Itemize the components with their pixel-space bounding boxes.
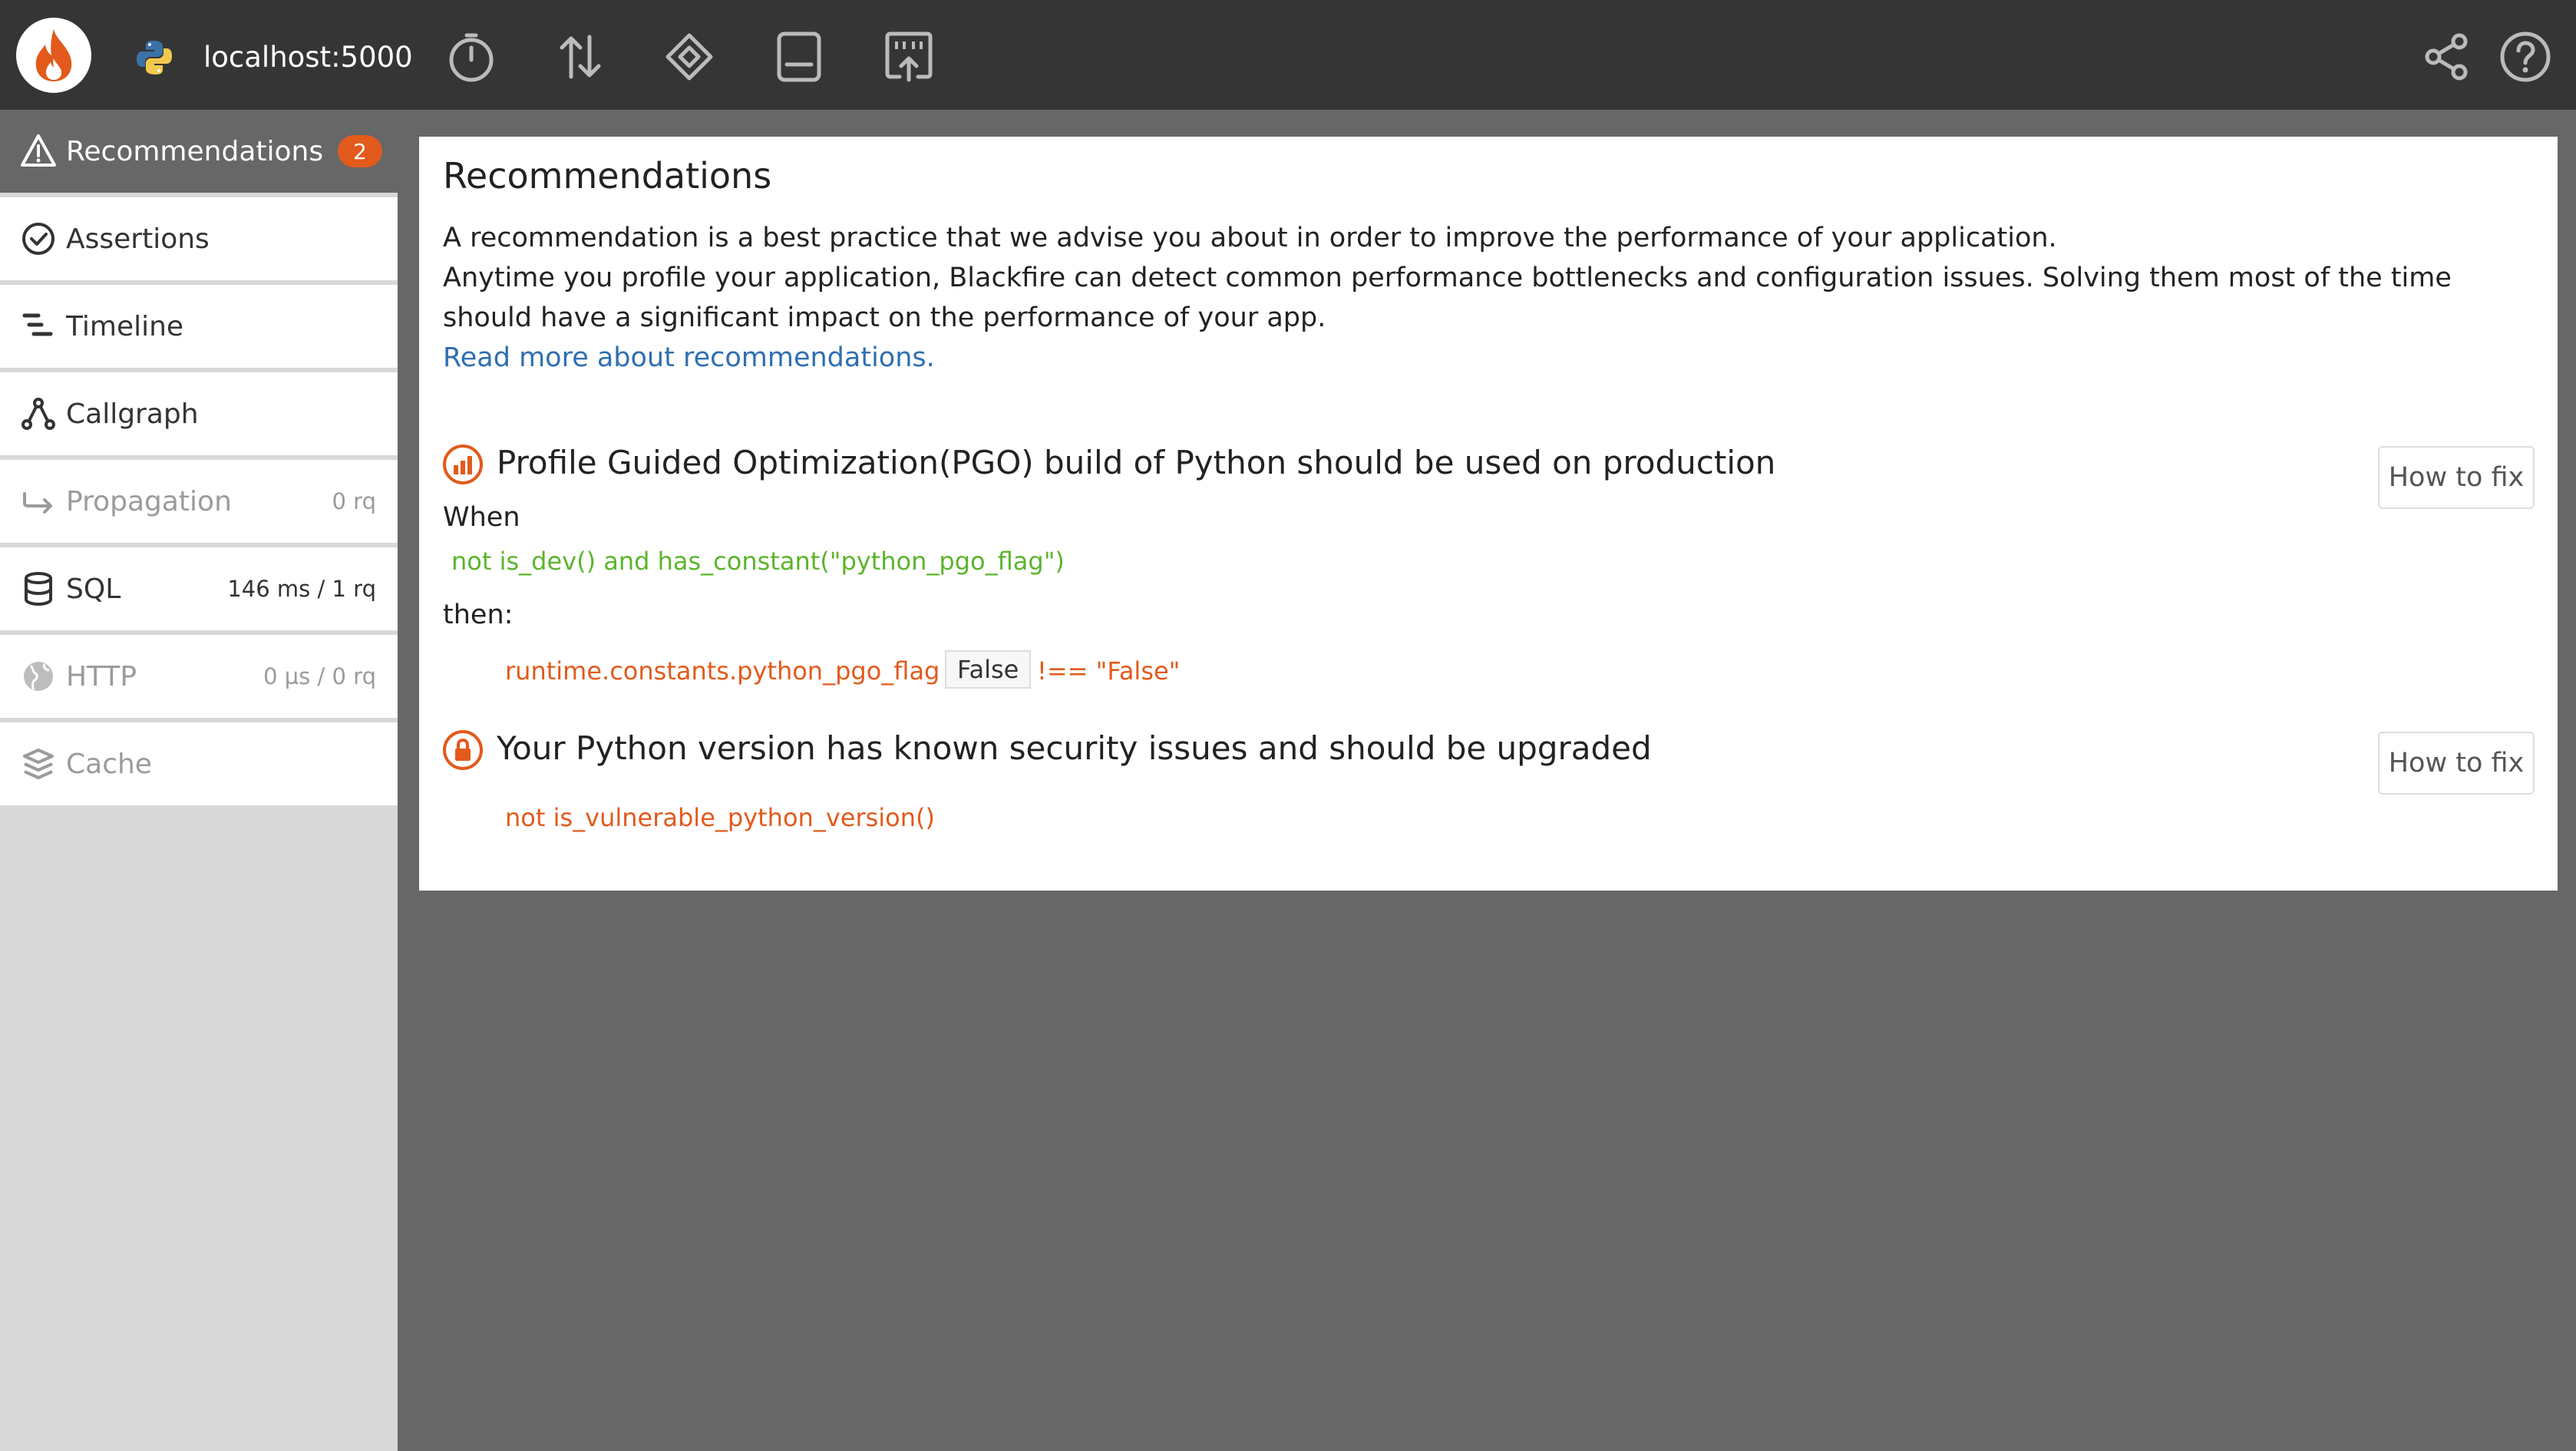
http-stats: 0 µs / 0 rq <box>263 663 376 689</box>
transfer-icon[interactable] <box>553 29 608 84</box>
timeline-icon <box>22 313 53 336</box>
cpu-icon[interactable] <box>662 29 717 84</box>
recommendations-panel: Recommendations A recommendation is a be… <box>419 137 2558 891</box>
warning-icon <box>21 134 56 167</box>
sidebar-item-label: Timeline <box>66 310 184 342</box>
performance-bars-icon <box>443 445 483 484</box>
sidebar-item-label: Propagation <box>66 485 232 517</box>
network-io-icon[interactable] <box>881 29 936 84</box>
python-icon <box>137 41 172 74</box>
sidebar-item-label: SQL <box>66 573 121 605</box>
assertion-condition: !== "False" <box>1037 656 1181 686</box>
sidebar-item-label: Cache <box>66 748 152 780</box>
flame-icon <box>35 29 72 81</box>
assertion-value: False <box>945 650 1032 689</box>
recommendations-count-badge: 2 <box>338 135 382 167</box>
sidebar-item-callgraph[interactable]: Callgraph <box>0 372 398 455</box>
security-lock-icon <box>443 730 483 770</box>
globe-icon <box>24 662 53 691</box>
sidebar-item-assertions[interactable]: Assertions <box>0 197 398 280</box>
when-label: When <box>443 502 520 533</box>
blackfire-logo[interactable] <box>16 18 91 93</box>
when-expression: not is_dev() and has_constant("python_pg… <box>451 547 1065 576</box>
sidebar-item-timeline[interactable]: Timeline <box>0 285 398 368</box>
description-line: A recommendation is a best practice that… <box>443 223 2057 253</box>
share-icon[interactable] <box>2419 29 2475 84</box>
sql-stats: 146 ms / 1 rq <box>227 576 376 602</box>
sidebar-item-sql[interactable]: SQL 146 ms / 1 rq <box>0 547 398 630</box>
page-title: Recommendations <box>443 155 772 197</box>
callgraph-icon <box>21 398 55 430</box>
help-icon[interactable] <box>2498 29 2553 84</box>
sidebar-item-label: Callgraph <box>66 398 199 430</box>
recommendation-title: Your Python version has known security i… <box>497 729 1652 767</box>
propagation-stats: 0 rq <box>332 488 377 514</box>
how-to-fix-button[interactable]: How to fix <box>2378 732 2535 795</box>
then-label: then: <box>443 600 514 630</box>
database-icon <box>25 572 52 607</box>
assertion-expression: not is_vulnerable_python_version() <box>505 803 935 832</box>
sidebar-item-label: Assertions <box>66 223 210 255</box>
sidebar-item-label: HTTP <box>66 660 137 692</box>
memory-icon[interactable] <box>771 29 827 84</box>
propagation-icon <box>23 492 52 514</box>
read-more-link[interactable]: Read more about recommendations. <box>443 342 935 373</box>
description: A recommendation is a best practice that… <box>443 218 2546 378</box>
sidebar-item-cache[interactable]: Cache <box>0 722 398 805</box>
assertion-metric: runtime.constants.python_pgo_flag <box>505 656 940 686</box>
description-line: Anytime you profile your application, Bl… <box>443 263 2452 333</box>
check-circle-icon <box>22 223 54 255</box>
recommendation-title: Profile Guided Optimization(PGO) build o… <box>497 444 1776 481</box>
sidebar-item-propagation[interactable]: Propagation 0 rq <box>0 460 398 543</box>
host-label: localhost:5000 <box>203 41 413 74</box>
sidebar-item-recommendations[interactable]: Recommendations 2 <box>0 110 398 193</box>
sidebar: Recommendations 2 Assertions Timeline Ca… <box>0 110 398 1451</box>
layers-icon <box>23 749 54 779</box>
how-to-fix-button[interactable]: How to fix <box>2378 446 2535 509</box>
sidebar-item-http[interactable]: HTTP 0 µs / 0 rq <box>0 635 398 718</box>
timer-icon[interactable] <box>444 29 499 84</box>
top-bar: localhost:5000 <box>0 0 2576 110</box>
sidebar-item-label: Recommendations <box>66 135 324 167</box>
